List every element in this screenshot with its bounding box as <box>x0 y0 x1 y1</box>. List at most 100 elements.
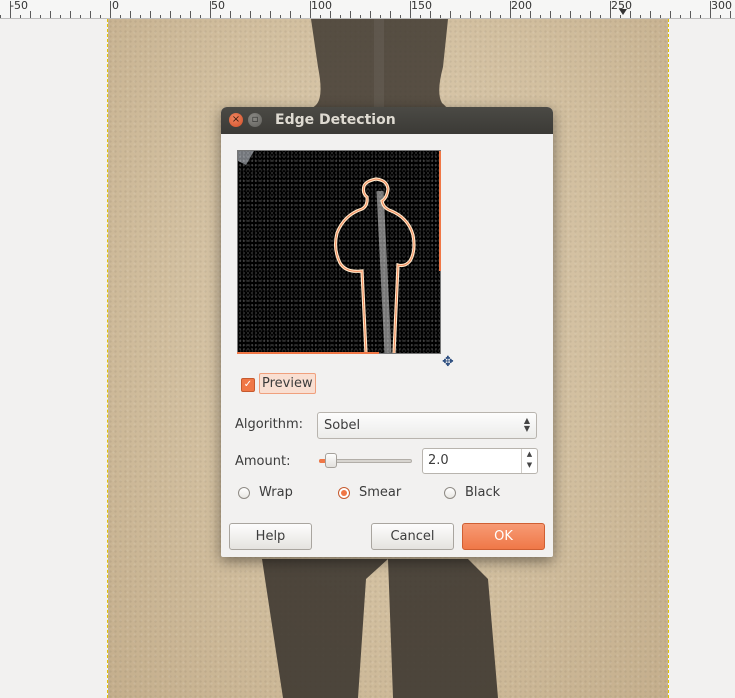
ruler-tick <box>330 11 331 18</box>
ruler-label: 100 <box>311 0 332 12</box>
ruler-tick <box>170 11 171 18</box>
ruler-tick <box>40 15 41 18</box>
ruler-tick <box>720 15 721 18</box>
ruler-tick <box>540 15 541 18</box>
ruler-tick <box>230 11 231 18</box>
ruler-tick <box>390 11 391 18</box>
preview-checkbox[interactable]: ✓ <box>241 378 255 392</box>
ruler-tick <box>570 11 571 18</box>
radio-smear-label[interactable]: Smear <box>359 485 401 500</box>
ruler-tick <box>470 11 471 18</box>
canvas-boundary-right <box>668 19 669 698</box>
ruler-tick <box>20 15 21 18</box>
checkmark-icon: ✓ <box>243 379 253 390</box>
cancel-button[interactable]: Cancel <box>371 523 454 550</box>
ruler-tick <box>500 15 501 18</box>
amount-slider-handle[interactable] <box>325 453 337 468</box>
ruler-tick <box>440 15 441 18</box>
ruler-tick <box>430 11 431 18</box>
ruler-tick <box>380 15 381 18</box>
ruler-tick <box>110 1 111 18</box>
dialog-title: Edge Detection <box>275 112 396 128</box>
preview-image[interactable] <box>237 150 441 354</box>
algorithm-selected-value: Sobel <box>324 418 361 433</box>
horizontal-ruler[interactable]: -50 0 50 100 150 200 250 300 <box>0 0 735 19</box>
ruler-label: -50 <box>10 0 28 12</box>
ruler-tick <box>340 15 341 18</box>
ruler-tick <box>0 15 1 18</box>
ruler-tick <box>680 15 681 18</box>
ruler-tick <box>150 11 151 18</box>
amount-label: Amount: <box>235 454 291 469</box>
help-button[interactable]: Help <box>229 523 312 550</box>
ruler-tick <box>690 11 691 18</box>
ruler-tick <box>630 11 631 18</box>
ruler-tick <box>160 15 161 18</box>
ruler-tick <box>120 15 121 18</box>
radio-smear[interactable] <box>338 487 350 499</box>
edge-detection-dialog: × ▫ Edge Detection ✥ ✓ Preview Algorithm… <box>221 107 553 557</box>
ruler-tick <box>700 15 701 18</box>
amount-value: 2.0 <box>428 453 449 468</box>
ruler-tick <box>370 11 371 18</box>
ruler-tick <box>200 15 201 18</box>
dialog-titlebar[interactable]: × ▫ Edge Detection <box>221 107 553 134</box>
minimize-icon[interactable]: ▫ <box>248 113 262 127</box>
ruler-tick <box>490 11 491 18</box>
ruler-tick <box>550 11 551 18</box>
ruler-tick <box>50 11 51 18</box>
ruler-tick <box>300 15 301 18</box>
ruler-label: 150 <box>411 0 432 12</box>
ruler-tick <box>670 11 671 18</box>
ruler-tick <box>320 15 321 18</box>
close-icon[interactable]: × <box>229 113 243 127</box>
ruler-tick <box>90 11 91 18</box>
ruler-tick <box>360 15 361 18</box>
radio-black[interactable] <box>444 487 456 499</box>
ruler-label: 0 <box>112 0 119 12</box>
algorithm-dropdown[interactable]: Sobel ▲ ▼ <box>317 412 537 439</box>
ruler-tick <box>400 15 401 18</box>
ruler-tick <box>180 15 181 18</box>
preview-vertical-indicator[interactable] <box>439 151 441 271</box>
canvas-boundary-left <box>107 19 108 698</box>
preview-horizontal-indicator[interactable] <box>237 352 379 354</box>
ruler-tick <box>420 15 421 18</box>
up-down-chevron-icon: ▲ ▼ <box>523 416 530 433</box>
ruler-label: 50 <box>211 0 225 12</box>
ruler-tick <box>600 15 601 18</box>
ruler-tick <box>220 15 221 18</box>
radio-wrap-label[interactable]: Wrap <box>259 485 293 500</box>
ruler-tick <box>350 11 351 18</box>
ruler-tick <box>80 15 81 18</box>
ruler-tick <box>280 15 281 18</box>
preview-edge-outline <box>238 151 416 353</box>
ruler-tick <box>640 15 641 18</box>
spin-arrows-icon[interactable]: ▲ ▼ <box>521 449 537 473</box>
navigate-move-icon[interactable]: ✥ <box>442 355 456 369</box>
ruler-tick <box>70 11 71 18</box>
ruler-tick <box>650 11 651 18</box>
ruler-label: 300 <box>711 0 732 12</box>
ruler-tick <box>450 11 451 18</box>
amount-spinbutton[interactable]: 2.0 ▲ ▼ <box>422 448 538 474</box>
ruler-tick <box>560 15 561 18</box>
ruler-tick <box>520 15 521 18</box>
ruler-tick <box>140 15 141 18</box>
ruler-tick <box>660 15 661 18</box>
ruler-tick <box>30 11 31 18</box>
ruler-tick <box>240 15 241 18</box>
ruler-tick <box>620 15 621 18</box>
ok-button[interactable]: OK <box>462 523 545 550</box>
radio-black-label[interactable]: Black <box>465 485 500 500</box>
radio-wrap[interactable] <box>238 487 250 499</box>
ruler-tick <box>260 15 261 18</box>
ruler-tick <box>590 11 591 18</box>
ruler-pointer-marker <box>619 9 627 15</box>
ruler-tick <box>480 15 481 18</box>
ruler-tick <box>60 15 61 18</box>
ruler-tick <box>270 11 271 18</box>
preview-checkbox-label[interactable]: Preview <box>259 373 316 394</box>
ruler-label: 200 <box>511 0 532 12</box>
ruler-tick <box>250 11 251 18</box>
